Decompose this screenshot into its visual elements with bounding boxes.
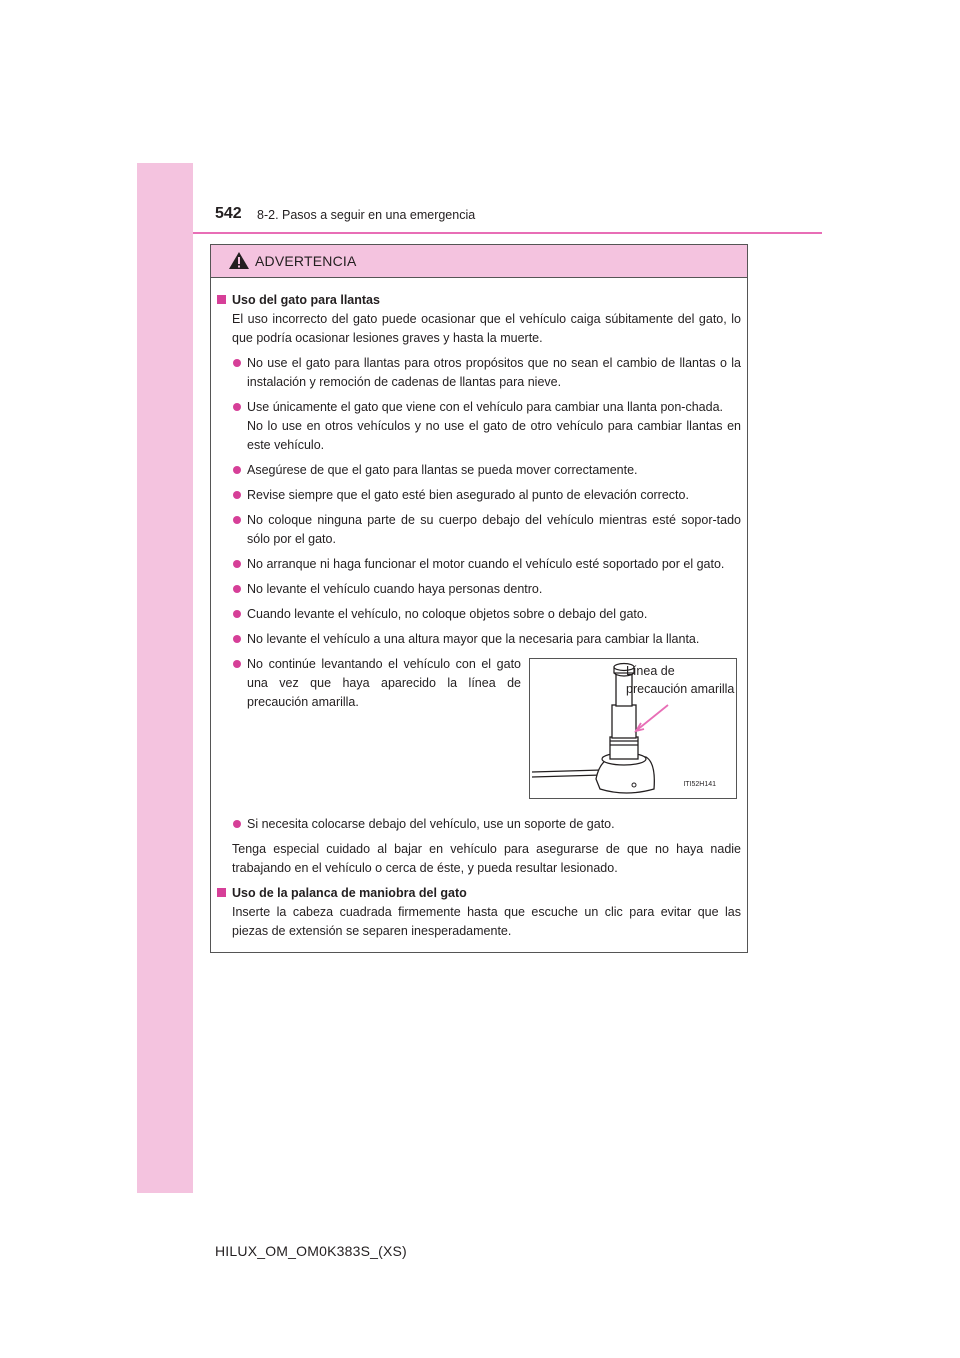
section-heading-jack-handle: Uso de la palanca de maniobra del gato (216, 884, 741, 903)
page-number: 542 (215, 205, 242, 222)
list-item: No levante el vehículo cuando haya perso… (216, 580, 741, 599)
jack-illustration: Línea de precaución amarilla ITI52H141 (529, 658, 737, 799)
bullet-icon (233, 585, 241, 593)
bullet-icon (233, 359, 241, 367)
list-item: No coloque ninguna parte de su cuerpo de… (216, 511, 741, 549)
closing-paragraph: Tenga especial cuidado al bajar en vehíc… (232, 842, 741, 875)
figure-code: ITI52H141 (683, 781, 716, 788)
caution-line-label: Línea de precaución amarilla (626, 664, 735, 696)
warning-triangle-icon (229, 252, 249, 269)
bullet-icon (233, 660, 241, 668)
list-item: Revise siempre que el gato esté bien ase… (216, 486, 741, 505)
side-tab-strip (137, 163, 193, 1193)
section-heading-jack-use: Uso del gato para llantas (216, 291, 741, 310)
list-item: No continúe levantando el vehículo con e… (216, 655, 521, 712)
list-item: Asegúrese de que el gato para llantas se… (216, 461, 741, 480)
square-bullet-icon (217, 888, 226, 897)
bullet-icon (233, 560, 241, 568)
list-item: No use el gato para llantas para otros p… (216, 354, 741, 392)
list-item: No levante el vehículo a una altura mayo… (216, 630, 741, 649)
warning-content: Uso del gato para llantas El uso incorre… (211, 277, 747, 952)
model-code-footer: HILUX_OM_OM0K383S_(XS) (215, 1243, 407, 1259)
handle-paragraph: Inserte la cabeza cuadrada firmemente ha… (232, 905, 741, 938)
warning-title: ADVERTENCIA (255, 253, 357, 269)
square-bullet-icon (217, 295, 226, 304)
list-item: Use únicamente el gato que viene con el … (216, 398, 741, 455)
list-item: Si necesita colocarse debajo del vehícul… (216, 815, 741, 834)
bullet-icon (233, 491, 241, 499)
warning-header: ADVERTENCIA (211, 245, 747, 278)
list-item: No arranque ni haga funcionar el motor c… (216, 555, 741, 574)
figure-row: No continúe levantando el vehículo con e… (216, 655, 741, 815)
section-title: 8-2. Pasos a seguir en una emergencia (257, 208, 476, 222)
warning-box: ADVERTENCIA Uso del gato para llantas El… (210, 244, 748, 953)
bullet-icon (233, 403, 241, 411)
bullet-icon (233, 820, 241, 828)
list-item: Cuando levante el vehículo, no coloque o… (216, 605, 741, 624)
bullet-icon (233, 516, 241, 524)
intro-paragraph: El uso incorrecto del gato puede ocasion… (232, 312, 741, 345)
bullet-icon (233, 610, 241, 618)
bullet-icon (233, 635, 241, 643)
header-rule (193, 232, 822, 234)
bullet-icon (233, 466, 241, 474)
